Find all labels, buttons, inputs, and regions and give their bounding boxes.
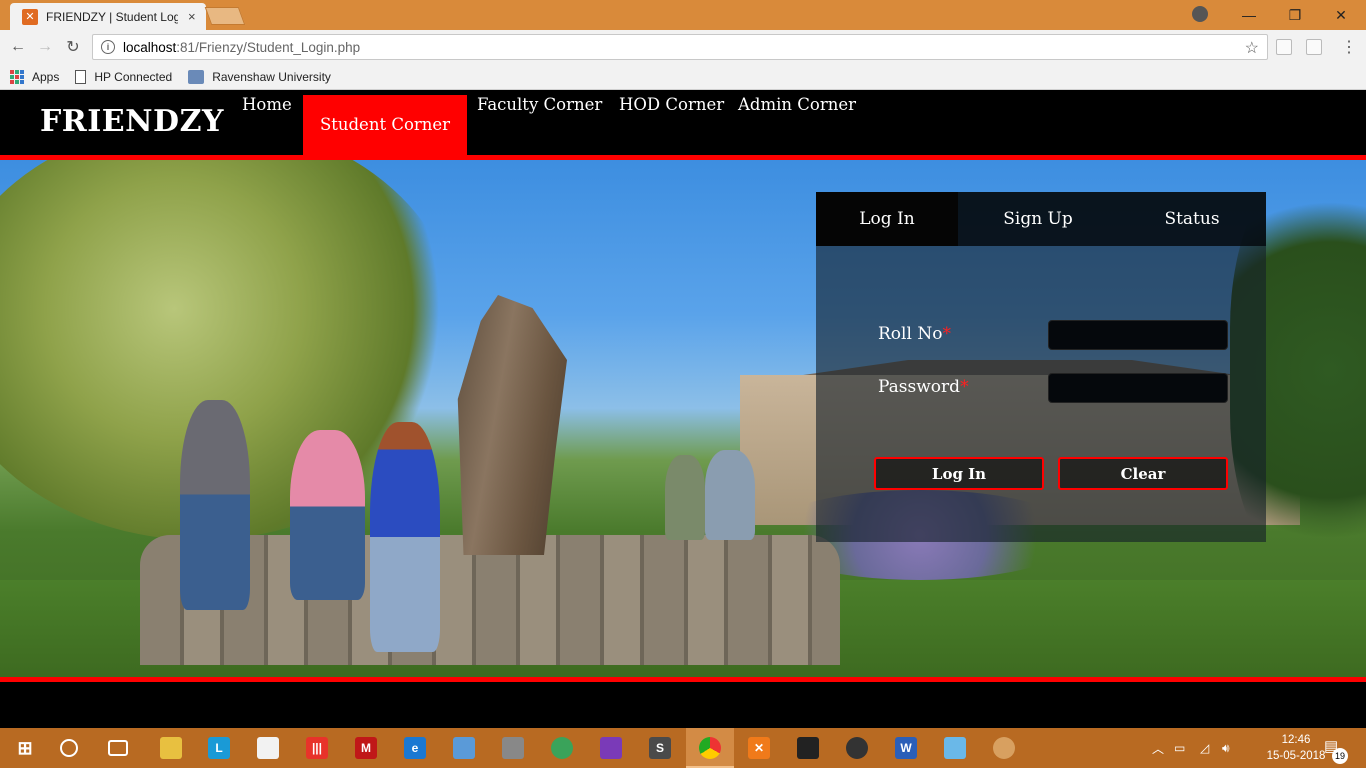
url-path: :81/Frienzy/Student_Login.php <box>176 39 361 55</box>
apps-grid-icon <box>10 69 24 84</box>
bookmarks-bar: Apps HP Connected Ravenshaw University <box>0 64 1366 90</box>
roll-no-label: Roll No* <box>878 324 951 344</box>
clock-date: 15-05-2018 <box>1266 750 1326 762</box>
browser-toolbar: ← → ↻ i localhost:81/Frienzy/Student_Log… <box>0 30 1366 64</box>
notes-icon[interactable] <box>944 737 966 759</box>
bookmark-label: Ravenshaw University <box>212 69 331 84</box>
mcafee-icon[interactable]: M <box>355 737 377 759</box>
back-arrow-icon[interactable]: ← <box>7 36 29 58</box>
site-footer <box>0 682 1366 728</box>
extension-pocket-icon[interactable] <box>1276 39 1292 55</box>
tray-chevron-icon[interactable]: ︿ <box>1152 728 1164 768</box>
url-host: localhost <box>123 39 177 55</box>
stone-sculpture <box>457 295 567 555</box>
l-app-icon[interactable]: L <box>208 737 230 759</box>
page-icon <box>75 69 87 84</box>
tab-close-icon[interactable]: × <box>188 9 196 24</box>
bookmark-apps[interactable]: Apps <box>10 69 60 84</box>
password-label: Password* <box>878 377 969 397</box>
tab-signup[interactable]: Sign Up <box>958 192 1118 246</box>
profile-icon[interactable] <box>1192 6 1208 22</box>
bookmark-hp-connected[interactable]: HP Connected <box>75 69 173 84</box>
roll-no-label-text: Roll No <box>878 324 943 344</box>
bookmark-label: HP Connected <box>94 69 173 84</box>
volume-icon[interactable]: 🔊︎ <box>1222 728 1230 768</box>
battery-icon[interactable]: ▭ <box>1174 728 1185 768</box>
clear-button[interactable]: Clear <box>1058 457 1228 490</box>
app-red-icon[interactable]: ||| <box>306 737 328 759</box>
windows-start-icon[interactable]: ⊞ <box>14 737 36 759</box>
nav-admin-corner[interactable]: Admin Corner <box>738 95 856 114</box>
edge-icon[interactable]: e <box>404 737 426 759</box>
restore-button[interactable]: ❐ <box>1272 0 1318 30</box>
bookmark-star-icon[interactable]: ☆ <box>1245 38 1259 58</box>
info-icon[interactable]: i <box>101 40 115 54</box>
tools-icon[interactable] <box>502 737 524 759</box>
visual-studio-icon[interactable] <box>600 737 622 759</box>
login-panel-tabs: Log In Sign Up Status <box>816 192 1266 246</box>
forward-arrow-icon[interactable]: → <box>34 36 56 58</box>
word-icon[interactable]: W <box>895 737 917 759</box>
bookmark-label: Apps <box>32 69 60 84</box>
notification-badge: 19 <box>1332 748 1348 764</box>
student-figure <box>665 455 705 540</box>
store-icon[interactable] <box>257 737 279 759</box>
required-mark: * <box>960 377 969 397</box>
new-tab-button[interactable] <box>204 7 246 25</box>
terminal-icon[interactable] <box>797 737 819 759</box>
xampp-icon[interactable]: ✕ <box>748 737 770 759</box>
student-figure <box>290 430 365 600</box>
task-view-icon[interactable] <box>108 740 128 756</box>
clock-time: 12:46 <box>1281 734 1311 746</box>
login-panel: Log In Sign Up Status Roll No* Password*… <box>816 192 1266 542</box>
password-input[interactable] <box>1048 373 1228 403</box>
atom-icon[interactable] <box>551 737 573 759</box>
tab-title: FRIENDZY | Student Login <box>46 9 178 24</box>
roll-no-input[interactable] <box>1048 320 1228 350</box>
student-figure <box>705 450 755 540</box>
tab-status[interactable]: Status <box>1118 192 1266 246</box>
nav-hod-corner[interactable]: HOD Corner <box>619 95 724 114</box>
password-label-text: Password <box>878 377 961 397</box>
reload-icon[interactable]: ↻ <box>62 36 84 58</box>
university-icon <box>188 69 205 84</box>
required-mark: * <box>942 324 951 344</box>
taskbar-clock[interactable]: 12:46 15-05-2018 <box>1266 732 1326 764</box>
file-explorer-icon[interactable] <box>160 737 182 759</box>
box-icon[interactable] <box>453 737 475 759</box>
login-button[interactable]: Log In <box>874 457 1044 490</box>
browser-tab-active[interactable]: ✕ FRIENDZY | Student Login × <box>10 3 206 30</box>
site-header: FRIENDZY Home Student Corner Faculty Cor… <box>0 91 1366 155</box>
chrome-icon[interactable] <box>699 737 721 759</box>
windows-taskbar: ⊞ L ||| M e S ✕ W ︿ ▭ ◿ 🔊︎ 12:46 15-05-2… <box>0 728 1366 768</box>
extension-pdf-icon[interactable] <box>1306 39 1322 55</box>
student-figure <box>370 422 440 652</box>
address-bar[interactable]: i localhost:81/Frienzy/Student_Login.php… <box>92 34 1268 60</box>
nav-student-corner[interactable]: Student Corner <box>303 95 467 155</box>
search-circle-icon[interactable] <box>60 739 78 757</box>
wpm-icon[interactable] <box>846 737 868 759</box>
minimize-button[interactable]: — <box>1226 0 1272 30</box>
tab-login[interactable]: Log In <box>816 192 958 246</box>
sublime-icon[interactable]: S <box>649 737 671 759</box>
menu-kebab-icon[interactable]: ⋮ <box>1338 36 1360 58</box>
paint-icon[interactable] <box>993 737 1015 759</box>
site-logo[interactable]: FRIENDZY <box>40 104 224 139</box>
browser-titlebar: ✕ FRIENDZY | Student Login × — ❐ ✕ <box>0 0 1366 30</box>
network-icon[interactable]: ◿ <box>1200 728 1209 768</box>
close-window-button[interactable]: ✕ <box>1318 0 1364 30</box>
xampp-favicon-icon: ✕ <box>22 8 38 25</box>
nav-home[interactable]: Home <box>242 95 292 114</box>
nav-faculty-corner[interactable]: Faculty Corner <box>477 95 602 114</box>
student-figure <box>180 400 250 610</box>
bookmark-ravenshaw[interactable]: Ravenshaw University <box>188 69 331 84</box>
